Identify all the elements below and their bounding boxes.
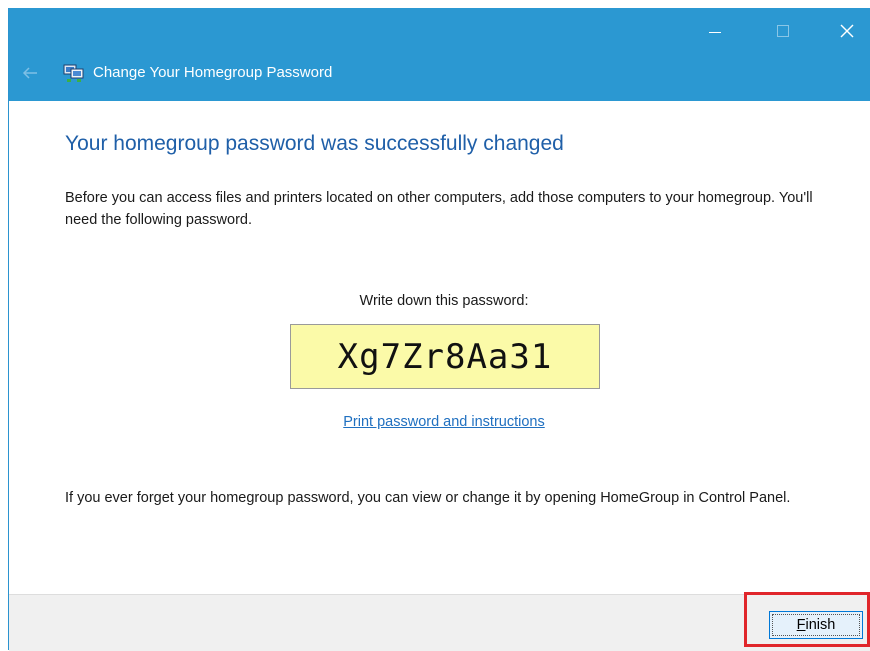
title-bar: Change Your Homegroup Password <box>9 8 870 101</box>
window-title: Change Your Homegroup Password <box>93 64 333 81</box>
finish-button[interactable]: Finish <box>769 611 863 639</box>
homegroup-password-dialog: Change Your Homegroup Password Your home… <box>8 8 870 651</box>
homegroup-network-icon <box>63 64 84 82</box>
minimize-icon <box>709 31 721 33</box>
print-password-link[interactable]: Print password and instructions <box>343 414 545 430</box>
back-arrow-icon[interactable] <box>21 64 39 82</box>
intro-text: Before you can access files and printers… <box>65 190 813 228</box>
forget-note-text: If you ever forget your homegroup passwo… <box>65 490 791 506</box>
write-down-label: Write down this password: <box>359 293 529 309</box>
print-link-row: Print password and instructions <box>9 414 870 430</box>
minimize-button[interactable] <box>692 8 738 54</box>
maximize-icon <box>777 25 789 37</box>
page-heading: Your homegroup password was successfully… <box>65 132 564 155</box>
close-icon <box>840 24 854 38</box>
dialog-footer <box>9 594 870 651</box>
close-button[interactable] <box>824 8 870 54</box>
maximize-button[interactable] <box>760 8 806 54</box>
password-value: Xg7Zr8Aa31 <box>337 336 553 377</box>
finish-label-rest: inish <box>805 617 836 633</box>
finish-accelerator: F <box>796 617 806 633</box>
password-display: Xg7Zr8Aa31 <box>290 324 600 389</box>
